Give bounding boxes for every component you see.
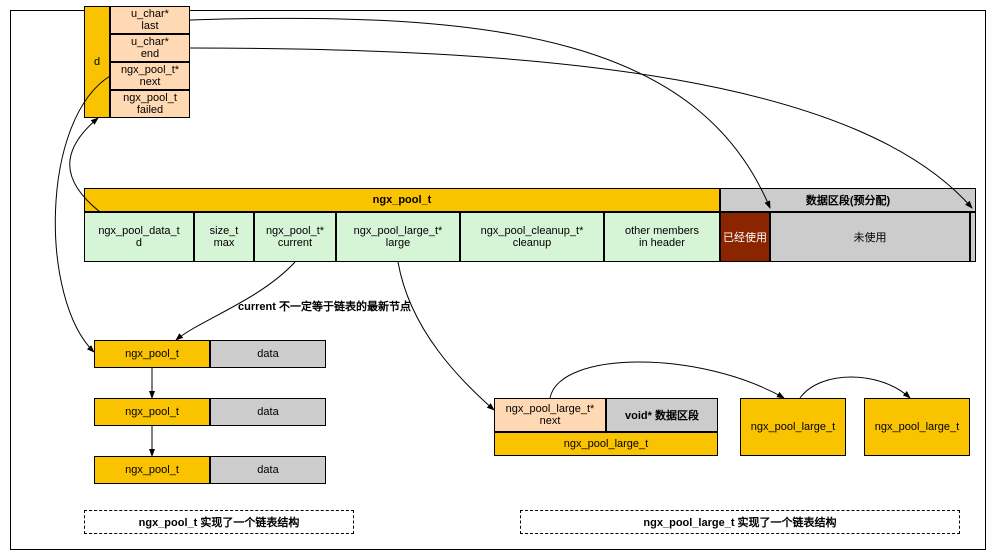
region-header: 数据区段(预分配) bbox=[720, 188, 976, 212]
current-note: current 不一定等于链表的最新节点 bbox=[238, 298, 411, 314]
field-d: ngx_pool_data_t d bbox=[84, 212, 194, 262]
d-label: d bbox=[94, 56, 100, 68]
large-field-data: void* 数据区段 bbox=[606, 398, 718, 432]
field-current: ngx_pool_t* current bbox=[254, 212, 336, 262]
d-field-end: u_char* end bbox=[110, 34, 190, 62]
region-unused: 未使用 bbox=[770, 212, 970, 262]
main-header: ngx_pool_t bbox=[84, 188, 720, 212]
pool-list-data-2: data bbox=[210, 456, 326, 484]
d-field-last: u_char* last bbox=[110, 6, 190, 34]
pool-list-node-1: ngx_pool_t bbox=[94, 398, 210, 426]
field-max: size_t max bbox=[194, 212, 254, 262]
region-used: 已经使用 bbox=[720, 212, 770, 262]
caption-large: ngx_pool_large_t 实现了一个链表结构 bbox=[520, 510, 960, 534]
field-large: ngx_pool_large_t* large bbox=[336, 212, 460, 262]
field-other: other members in header bbox=[604, 212, 720, 262]
caption-pool: ngx_pool_t 实现了一个链表结构 bbox=[84, 510, 354, 534]
pool-list-node-0: ngx_pool_t bbox=[94, 340, 210, 368]
d-field-next: ngx_pool_t* next bbox=[110, 62, 190, 90]
d-label-box: d bbox=[84, 6, 110, 118]
pool-list-node-2: ngx_pool_t bbox=[94, 456, 210, 484]
large-field-next: ngx_pool_large_t* next bbox=[494, 398, 606, 432]
d-field-failed: ngx_pool_t failed bbox=[110, 90, 190, 118]
pool-list-data-0: data bbox=[210, 340, 326, 368]
large-node-0: ngx_pool_large_t bbox=[740, 398, 846, 456]
field-cleanup: ngx_pool_cleanup_t* cleanup bbox=[460, 212, 604, 262]
large-struct-name: ngx_pool_large_t bbox=[494, 432, 718, 456]
large-node-1: ngx_pool_large_t bbox=[864, 398, 970, 456]
pool-list-data-1: data bbox=[210, 398, 326, 426]
region-tail bbox=[970, 212, 976, 262]
